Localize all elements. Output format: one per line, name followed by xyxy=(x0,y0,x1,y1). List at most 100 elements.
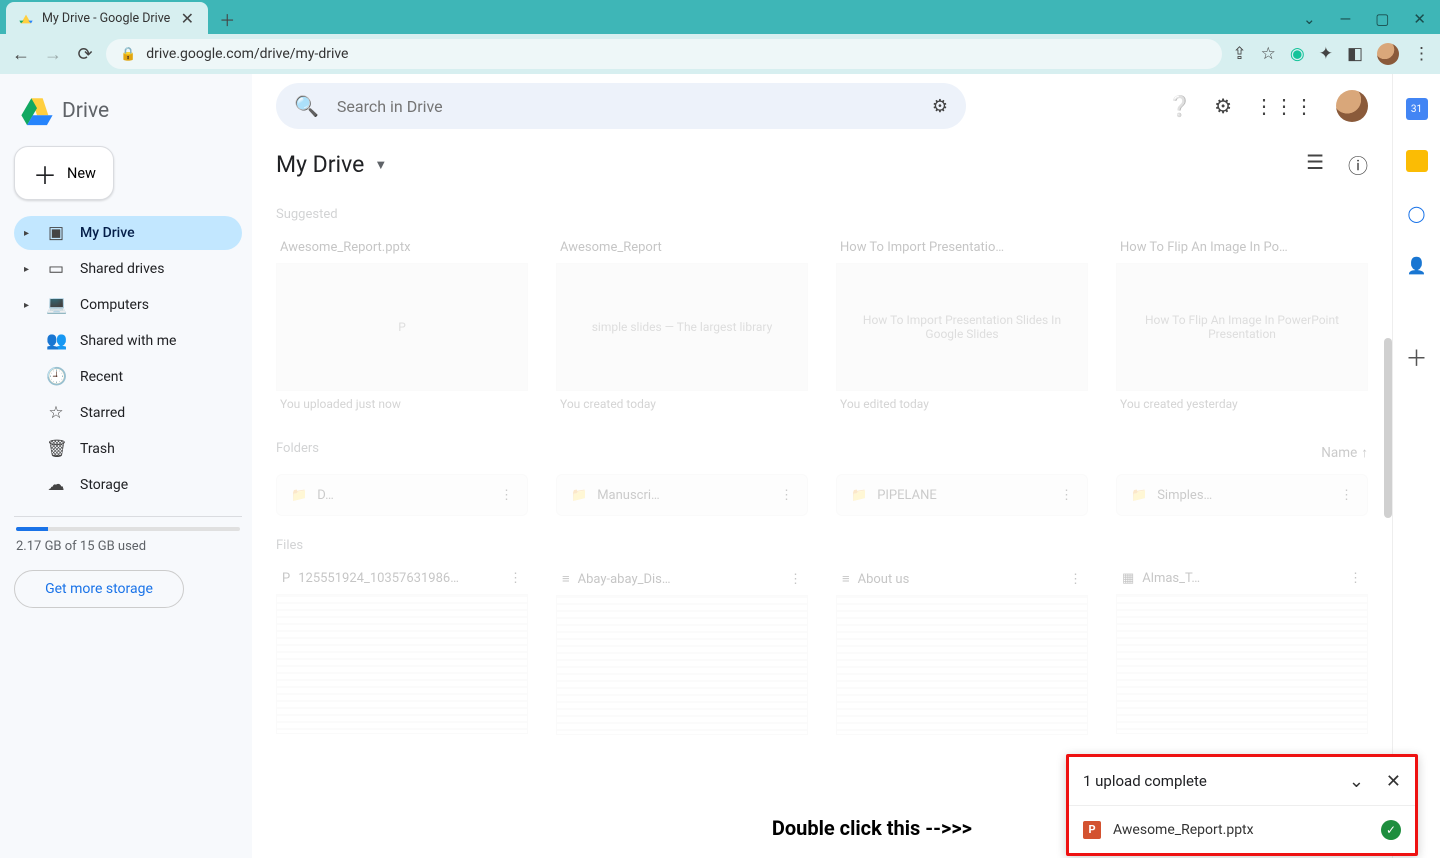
powerpoint-icon: P xyxy=(1083,821,1101,839)
folder-item[interactable]: 📁D…⋮ xyxy=(276,474,528,516)
file-type-icon: ▦ xyxy=(1122,571,1134,586)
browser-toolbar: ← → ⟳ 🔒 drive.google.com/drive/my-drive … xyxy=(0,34,1440,74)
window-maximize-icon[interactable]: ▢ xyxy=(1375,10,1389,28)
calendar-icon[interactable]: 31 xyxy=(1406,98,1428,120)
file-more-icon[interactable]: ⋮ xyxy=(509,571,522,586)
file-type-icon: ≡ xyxy=(842,571,850,587)
suggested-card[interactable]: Awesome_Reportsimple slides — The larges… xyxy=(556,232,808,417)
details-info-icon[interactable]: ⓘ xyxy=(1348,150,1368,179)
folder-item[interactable]: 📁PIPELANE⋮ xyxy=(836,474,1088,516)
header-row: 🔍 ⚙ ❔ ⚙ ⋮⋮⋮ xyxy=(252,74,1392,138)
sidebar-item-icon: ▭ xyxy=(46,259,66,279)
sidebar-item-shared-drives[interactable]: ▸ ▭ Shared drives xyxy=(14,252,242,286)
tab-search-icon[interactable]: ⌄ xyxy=(1303,10,1316,28)
expand-caret-icon: ▸ xyxy=(24,264,32,275)
folder-more-icon[interactable]: ⋮ xyxy=(780,488,793,503)
expand-caret-icon: ▸ xyxy=(24,228,32,239)
new-tab-button[interactable]: ＋ xyxy=(218,10,236,28)
page-title[interactable]: My Drive xyxy=(276,151,364,178)
folder-label: D… xyxy=(317,488,334,503)
file-title: Almas_T… xyxy=(1142,571,1200,586)
drive-logo-row[interactable]: Drive xyxy=(14,88,242,146)
suggested-card[interactable]: How To Import Presentatio…How To Import … xyxy=(836,232,1088,417)
lock-icon: 🔒 xyxy=(120,47,136,62)
side-panel-icon[interactable]: ◧ xyxy=(1347,44,1363,64)
folder-label: Manuscri… xyxy=(597,488,660,503)
search-options-icon[interactable]: ⚙ xyxy=(932,96,948,117)
keep-icon[interactable] xyxy=(1406,150,1428,172)
sidebar-item-storage[interactable]: ▸☁Storage xyxy=(14,468,242,502)
add-addon-icon[interactable]: ＋ xyxy=(1406,346,1428,368)
folder-item[interactable]: 📁Manuscri…⋮ xyxy=(556,474,808,516)
share-page-icon[interactable]: ⇪ xyxy=(1232,44,1246,64)
sidebar-item-trash[interactable]: ▸🗑Trash xyxy=(14,432,242,466)
sidebar-item-label: Shared with me xyxy=(80,333,176,349)
storage-used-label: 2.17 GB of 15 GB used xyxy=(14,539,242,554)
toast-collapse-icon[interactable]: ⌄ xyxy=(1349,771,1364,792)
folder-label: PIPELANE xyxy=(877,488,937,503)
file-item[interactable]: ≡Abay-abay_Dis…⋮ xyxy=(556,563,808,735)
upload-item[interactable]: P Awesome_Report.pptx ✓ xyxy=(1069,805,1415,853)
extensions-puzzle-icon[interactable]: ✦ xyxy=(1319,44,1333,64)
file-more-icon[interactable]: ⋮ xyxy=(1349,571,1362,586)
file-item[interactable]: P 125551924_10357631986… ⋮ xyxy=(276,563,528,735)
card-subtitle: You uploaded just now xyxy=(276,391,528,417)
suggested-card[interactable]: Awesome_Report.pptxPYou uploaded just no… xyxy=(276,232,528,417)
browser-tab[interactable]: My Drive - Google Drive ✕ xyxy=(6,2,208,34)
window-close-icon[interactable]: ✕ xyxy=(1413,10,1426,28)
get-more-storage-button[interactable]: Get more storage xyxy=(14,570,184,608)
folder-icon: 📁 xyxy=(1131,488,1147,503)
list-layout-icon[interactable]: ☰ xyxy=(1306,150,1324,179)
file-more-icon[interactable]: ⋮ xyxy=(1069,572,1082,587)
sort-by-name[interactable]: Name↑ xyxy=(1321,445,1368,461)
bookmark-star-icon[interactable]: ☆ xyxy=(1261,44,1276,64)
tasks-icon[interactable]: ◯ xyxy=(1406,202,1428,224)
url-text: drive.google.com/drive/my-drive xyxy=(146,46,348,62)
file-more-icon[interactable]: ⋮ xyxy=(789,572,802,587)
sidebar-item-starred[interactable]: ▸☆Starred xyxy=(14,396,242,430)
toast-close-icon[interactable]: ✕ xyxy=(1386,771,1401,792)
sidebar-item-label: Computers xyxy=(80,297,149,313)
file-type-icon: P xyxy=(282,571,290,586)
forward-button[interactable]: → xyxy=(42,43,64,65)
back-button[interactable]: ← xyxy=(10,43,32,65)
chrome-profile-avatar[interactable] xyxy=(1377,43,1399,65)
sidebar-item-label: Shared drives xyxy=(80,261,164,277)
browser-tabstrip: My Drive - Google Drive ✕ ＋ ⌄ ― ▢ ✕ xyxy=(0,0,1440,34)
support-icon[interactable]: ❔ xyxy=(1167,94,1192,118)
sidebar-item-recent[interactable]: ▸🕘Recent xyxy=(14,360,242,394)
chrome-menu-icon[interactable]: ⋮ xyxy=(1413,44,1430,64)
card-subtitle: You edited today xyxy=(836,391,1088,417)
sidebar-item-shared-with-me[interactable]: ▸👥Shared with me xyxy=(14,324,242,358)
sidebar-item-my-drive[interactable]: ▸▣My Drive xyxy=(14,216,242,250)
file-title: 125551924_10357631986… xyxy=(298,571,459,586)
reload-button[interactable]: ⟳ xyxy=(74,43,96,65)
window-controls: ⌄ ― ▢ ✕ xyxy=(1303,10,1440,34)
sidebar-item-computers[interactable]: ▸💻Computers xyxy=(14,288,242,322)
search-bar[interactable]: 🔍 ⚙ xyxy=(276,83,966,129)
account-avatar[interactable] xyxy=(1336,90,1368,122)
window-minimize-icon[interactable]: ― xyxy=(1340,10,1352,28)
file-title: About us xyxy=(858,572,910,587)
folder-more-icon[interactable]: ⋮ xyxy=(1060,488,1073,503)
file-thumbnail xyxy=(556,595,808,735)
search-input[interactable] xyxy=(337,97,914,116)
new-button[interactable]: ＋ New xyxy=(14,146,114,200)
folder-item[interactable]: 📁Simples…⋮ xyxy=(1116,474,1368,516)
folder-more-icon[interactable]: ⋮ xyxy=(1340,488,1353,503)
content-area: My Drive ▼ ☰ ⓘ Suggested Awesome_Report.… xyxy=(252,138,1392,858)
settings-gear-icon[interactable]: ⚙ xyxy=(1214,94,1232,118)
storage-bar xyxy=(16,527,240,531)
card-thumbnail: P xyxy=(276,263,528,391)
address-bar[interactable]: 🔒 drive.google.com/drive/my-drive xyxy=(106,39,1222,69)
heading-caret-icon[interactable]: ▼ xyxy=(374,157,387,173)
extension-grammarly-icon[interactable]: ◉ xyxy=(1290,44,1305,64)
tab-close-icon[interactable]: ✕ xyxy=(178,9,196,27)
folder-more-icon[interactable]: ⋮ xyxy=(500,488,513,503)
file-item[interactable]: ≡ About us ⋮ xyxy=(836,563,1088,735)
google-apps-icon[interactable]: ⋮⋮⋮ xyxy=(1254,94,1314,118)
suggested-card[interactable]: How To Flip An Image In Po…How To Flip A… xyxy=(1116,232,1368,417)
file-item[interactable]: ▦ Almas_T… ⋮ xyxy=(1116,563,1368,735)
scrollbar[interactable] xyxy=(1384,338,1392,518)
contacts-icon[interactable]: 👤 xyxy=(1406,254,1428,276)
